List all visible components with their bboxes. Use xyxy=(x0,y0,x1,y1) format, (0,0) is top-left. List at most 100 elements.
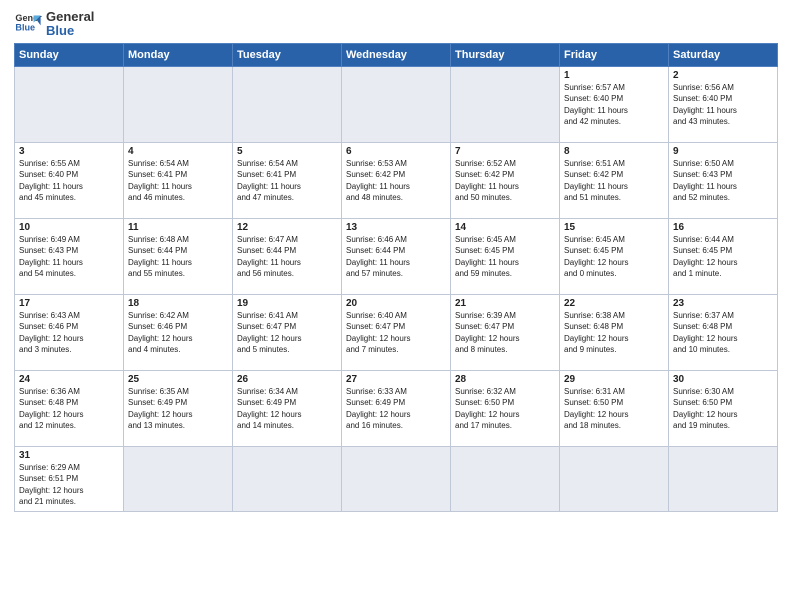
calendar-cell xyxy=(233,446,342,511)
calendar-cell: 19Sunrise: 6:41 AM Sunset: 6:47 PM Dayli… xyxy=(233,294,342,370)
day-info: Sunrise: 6:57 AM Sunset: 6:40 PM Dayligh… xyxy=(564,82,664,128)
calendar-day-header: Sunday xyxy=(15,43,124,66)
day-number: 31 xyxy=(19,450,119,461)
calendar-day-header: Wednesday xyxy=(342,43,451,66)
day-number: 22 xyxy=(564,298,664,309)
header-row: General Blue General Blue xyxy=(14,10,778,39)
day-number: 27 xyxy=(346,374,446,385)
day-number: 28 xyxy=(455,374,555,385)
day-number: 12 xyxy=(237,222,337,233)
day-info: Sunrise: 6:52 AM Sunset: 6:42 PM Dayligh… xyxy=(455,158,555,204)
calendar-cell: 12Sunrise: 6:47 AM Sunset: 6:44 PM Dayli… xyxy=(233,218,342,294)
calendar-cell: 10Sunrise: 6:49 AM Sunset: 6:43 PM Dayli… xyxy=(15,218,124,294)
calendar-cell: 22Sunrise: 6:38 AM Sunset: 6:48 PM Dayli… xyxy=(560,294,669,370)
day-info: Sunrise: 6:50 AM Sunset: 6:43 PM Dayligh… xyxy=(673,158,773,204)
day-number: 30 xyxy=(673,374,773,385)
calendar-cell xyxy=(342,66,451,142)
day-number: 16 xyxy=(673,222,773,233)
day-number: 14 xyxy=(455,222,555,233)
day-info: Sunrise: 6:34 AM Sunset: 6:49 PM Dayligh… xyxy=(237,386,337,432)
calendar-cell xyxy=(124,66,233,142)
day-info: Sunrise: 6:55 AM Sunset: 6:40 PM Dayligh… xyxy=(19,158,119,204)
calendar-cell xyxy=(124,446,233,511)
calendar-cell: 6Sunrise: 6:53 AM Sunset: 6:42 PM Daylig… xyxy=(342,142,451,218)
day-info: Sunrise: 6:47 AM Sunset: 6:44 PM Dayligh… xyxy=(237,234,337,280)
day-number: 26 xyxy=(237,374,337,385)
day-number: 2 xyxy=(673,70,773,81)
calendar-cell: 8Sunrise: 6:51 AM Sunset: 6:42 PM Daylig… xyxy=(560,142,669,218)
day-info: Sunrise: 6:44 AM Sunset: 6:45 PM Dayligh… xyxy=(673,234,773,280)
calendar-cell xyxy=(669,446,778,511)
day-number: 20 xyxy=(346,298,446,309)
calendar-cell: 13Sunrise: 6:46 AM Sunset: 6:44 PM Dayli… xyxy=(342,218,451,294)
day-info: Sunrise: 6:29 AM Sunset: 6:51 PM Dayligh… xyxy=(19,462,119,508)
day-info: Sunrise: 6:46 AM Sunset: 6:44 PM Dayligh… xyxy=(346,234,446,280)
calendar-cell xyxy=(233,66,342,142)
calendar-week-row: 10Sunrise: 6:49 AM Sunset: 6:43 PM Dayli… xyxy=(15,218,778,294)
logo-blue: Blue xyxy=(46,24,94,38)
day-info: Sunrise: 6:51 AM Sunset: 6:42 PM Dayligh… xyxy=(564,158,664,204)
day-info: Sunrise: 6:54 AM Sunset: 6:41 PM Dayligh… xyxy=(128,158,228,204)
calendar-day-header: Tuesday xyxy=(233,43,342,66)
calendar-cell: 14Sunrise: 6:45 AM Sunset: 6:45 PM Dayli… xyxy=(451,218,560,294)
calendar-cell xyxy=(560,446,669,511)
day-info: Sunrise: 6:33 AM Sunset: 6:49 PM Dayligh… xyxy=(346,386,446,432)
calendar-cell: 18Sunrise: 6:42 AM Sunset: 6:46 PM Dayli… xyxy=(124,294,233,370)
day-info: Sunrise: 6:48 AM Sunset: 6:44 PM Dayligh… xyxy=(128,234,228,280)
day-info: Sunrise: 6:42 AM Sunset: 6:46 PM Dayligh… xyxy=(128,310,228,356)
calendar-cell: 24Sunrise: 6:36 AM Sunset: 6:48 PM Dayli… xyxy=(15,370,124,446)
day-info: Sunrise: 6:30 AM Sunset: 6:50 PM Dayligh… xyxy=(673,386,773,432)
calendar-cell: 3Sunrise: 6:55 AM Sunset: 6:40 PM Daylig… xyxy=(15,142,124,218)
day-number: 1 xyxy=(564,70,664,81)
calendar-cell: 7Sunrise: 6:52 AM Sunset: 6:42 PM Daylig… xyxy=(451,142,560,218)
day-number: 11 xyxy=(128,222,228,233)
calendar-cell: 25Sunrise: 6:35 AM Sunset: 6:49 PM Dayli… xyxy=(124,370,233,446)
logo-general: General xyxy=(46,10,94,24)
day-number: 10 xyxy=(19,222,119,233)
day-number: 4 xyxy=(128,146,228,157)
calendar-table: SundayMondayTuesdayWednesdayThursdayFrid… xyxy=(14,43,778,512)
logo: General Blue General Blue xyxy=(14,10,94,39)
day-info: Sunrise: 6:31 AM Sunset: 6:50 PM Dayligh… xyxy=(564,386,664,432)
day-info: Sunrise: 6:45 AM Sunset: 6:45 PM Dayligh… xyxy=(455,234,555,280)
day-info: Sunrise: 6:37 AM Sunset: 6:48 PM Dayligh… xyxy=(673,310,773,356)
day-number: 15 xyxy=(564,222,664,233)
day-info: Sunrise: 6:49 AM Sunset: 6:43 PM Dayligh… xyxy=(19,234,119,280)
calendar-header-row: SundayMondayTuesdayWednesdayThursdayFrid… xyxy=(15,43,778,66)
day-number: 19 xyxy=(237,298,337,309)
day-number: 24 xyxy=(19,374,119,385)
calendar-cell: 28Sunrise: 6:32 AM Sunset: 6:50 PM Dayli… xyxy=(451,370,560,446)
day-info: Sunrise: 6:32 AM Sunset: 6:50 PM Dayligh… xyxy=(455,386,555,432)
calendar-cell: 15Sunrise: 6:45 AM Sunset: 6:45 PM Dayli… xyxy=(560,218,669,294)
calendar-cell: 5Sunrise: 6:54 AM Sunset: 6:41 PM Daylig… xyxy=(233,142,342,218)
day-number: 29 xyxy=(564,374,664,385)
logo-icon: General Blue xyxy=(14,10,42,38)
day-info: Sunrise: 6:54 AM Sunset: 6:41 PM Dayligh… xyxy=(237,158,337,204)
calendar-cell: 9Sunrise: 6:50 AM Sunset: 6:43 PM Daylig… xyxy=(669,142,778,218)
page-container: General Blue General Blue SundayMondayTu… xyxy=(0,0,792,520)
svg-text:Blue: Blue xyxy=(15,23,35,33)
day-info: Sunrise: 6:53 AM Sunset: 6:42 PM Dayligh… xyxy=(346,158,446,204)
day-number: 9 xyxy=(673,146,773,157)
day-info: Sunrise: 6:41 AM Sunset: 6:47 PM Dayligh… xyxy=(237,310,337,356)
calendar-cell xyxy=(451,446,560,511)
day-info: Sunrise: 6:45 AM Sunset: 6:45 PM Dayligh… xyxy=(564,234,664,280)
calendar-week-row: 17Sunrise: 6:43 AM Sunset: 6:46 PM Dayli… xyxy=(15,294,778,370)
day-info: Sunrise: 6:43 AM Sunset: 6:46 PM Dayligh… xyxy=(19,310,119,356)
day-number: 21 xyxy=(455,298,555,309)
calendar-day-header: Saturday xyxy=(669,43,778,66)
calendar-cell: 4Sunrise: 6:54 AM Sunset: 6:41 PM Daylig… xyxy=(124,142,233,218)
calendar-cell: 21Sunrise: 6:39 AM Sunset: 6:47 PM Dayli… xyxy=(451,294,560,370)
calendar-cell: 30Sunrise: 6:30 AM Sunset: 6:50 PM Dayli… xyxy=(669,370,778,446)
day-info: Sunrise: 6:35 AM Sunset: 6:49 PM Dayligh… xyxy=(128,386,228,432)
calendar-cell: 29Sunrise: 6:31 AM Sunset: 6:50 PM Dayli… xyxy=(560,370,669,446)
day-info: Sunrise: 6:40 AM Sunset: 6:47 PM Dayligh… xyxy=(346,310,446,356)
calendar-body: 1Sunrise: 6:57 AM Sunset: 6:40 PM Daylig… xyxy=(15,66,778,511)
calendar-cell: 2Sunrise: 6:56 AM Sunset: 6:40 PM Daylig… xyxy=(669,66,778,142)
calendar-week-row: 3Sunrise: 6:55 AM Sunset: 6:40 PM Daylig… xyxy=(15,142,778,218)
day-number: 5 xyxy=(237,146,337,157)
day-info: Sunrise: 6:36 AM Sunset: 6:48 PM Dayligh… xyxy=(19,386,119,432)
calendar-cell: 17Sunrise: 6:43 AM Sunset: 6:46 PM Dayli… xyxy=(15,294,124,370)
day-number: 13 xyxy=(346,222,446,233)
day-number: 18 xyxy=(128,298,228,309)
